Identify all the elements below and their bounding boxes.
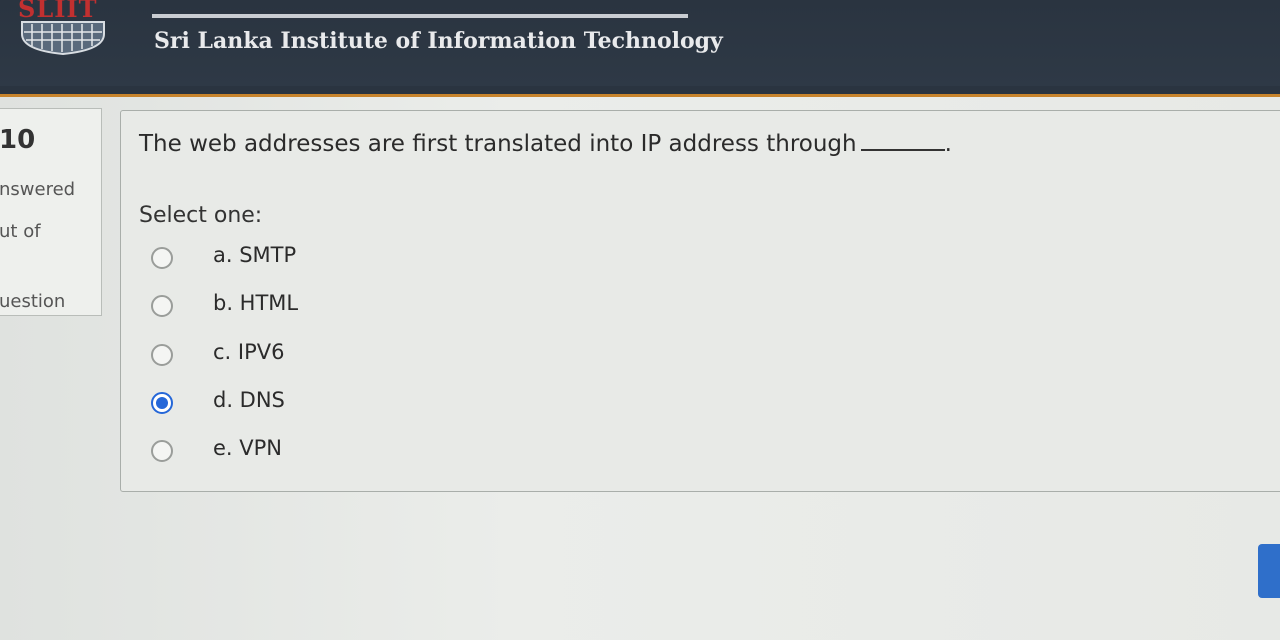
question-status: nswered	[0, 179, 76, 200]
next-page-button[interactable]	[1258, 544, 1280, 598]
option-label: b. HTML	[213, 291, 299, 315]
question-box: The web addresses are first translated i…	[120, 110, 1280, 492]
question-info-panel: 10 nswered ut of uestion	[0, 108, 102, 316]
option-b[interactable]: b. HTML	[151, 291, 551, 325]
option-label: e. VPN	[213, 436, 283, 460]
quiz-page: SLIIT Sri Lanka Institute of Information…	[0, 0, 1280, 640]
header-accent-bar	[0, 86, 1280, 97]
site-header: SLIIT Sri Lanka Institute of Information…	[0, 0, 1280, 86]
option-a[interactable]: a. SMTP	[151, 243, 551, 277]
radio-button[interactable]	[151, 440, 173, 462]
flag-question-link[interactable]: uestion	[0, 291, 65, 312]
option-e[interactable]: e. VPN	[151, 436, 551, 470]
institute-name: Sri Lanka Institute of Information Techn…	[154, 28, 723, 54]
question-text: The web addresses are first translated i…	[139, 131, 952, 157]
logo-shield-icon	[21, 21, 105, 56]
question-stem: The web addresses are first translated i…	[139, 131, 857, 157]
select-one-prompt: Select one:	[139, 203, 263, 228]
header-divider	[152, 14, 688, 18]
radio-button-selected[interactable]	[151, 392, 173, 414]
question-number: 10	[0, 125, 36, 155]
option-label: d. DNS	[213, 388, 285, 412]
sliit-logo[interactable]: SLIIT	[8, 0, 105, 60]
radio-button[interactable]	[151, 344, 173, 366]
option-label: c. IPV6	[213, 340, 285, 364]
option-d[interactable]: d. DNS	[151, 388, 551, 422]
answer-blank	[860, 131, 945, 151]
radio-button[interactable]	[151, 247, 173, 269]
question-mark: ut of	[0, 221, 41, 242]
option-c[interactable]: c. IPV6	[151, 340, 551, 374]
option-label: a. SMTP	[213, 243, 297, 267]
question-suffix: .	[944, 131, 952, 157]
radio-button[interactable]	[151, 295, 173, 317]
